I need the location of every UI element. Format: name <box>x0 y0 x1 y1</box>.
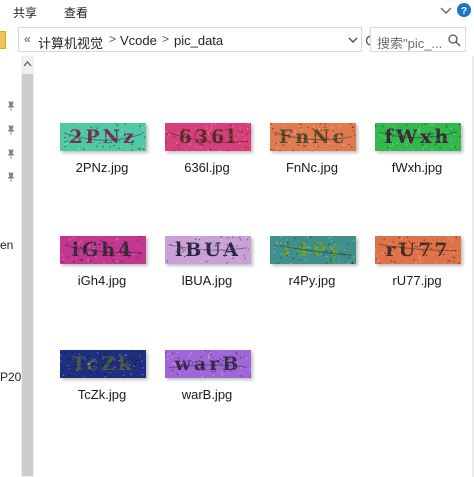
file-thumbnail[interactable]: iGh4 <box>60 236 146 264</box>
file-thumbnail[interactable]: 2PNz <box>60 123 146 151</box>
file-item[interactable]: lBUA lBUA.jpg <box>157 226 257 326</box>
file-name[interactable]: rU77.jpg <box>367 273 467 288</box>
noise-pattern <box>166 236 250 264</box>
nav-scrollbar[interactable] <box>21 56 34 477</box>
file-item[interactable]: 636l 636l.jpg <box>157 113 257 213</box>
breadcrumb-separator[interactable]: > <box>109 32 116 46</box>
file-name[interactable]: fWxh.jpg <box>367 160 467 175</box>
overflow-chevron[interactable]: « <box>24 32 31 46</box>
pin-icon[interactable] <box>6 149 16 159</box>
file-name[interactable]: TcZk.jpg <box>52 387 152 402</box>
chevron-up-icon[interactable] <box>23 60 32 68</box>
search-input[interactable]: 搜索"pic_... <box>370 27 466 52</box>
search-icon[interactable] <box>447 33 461 47</box>
nav-item-label[interactable]: en <box>0 238 13 252</box>
file-item[interactable]: rU77 rU77.jpg <box>367 226 467 326</box>
chevron-down-icon[interactable] <box>438 2 454 18</box>
file-thumbnail[interactable]: fWxh <box>375 123 461 151</box>
tab-view[interactable]: 查看 <box>64 4 88 21</box>
file-name[interactable]: FnNc.jpg <box>262 160 362 175</box>
file-item[interactable]: warB warB.jpg <box>157 340 257 440</box>
file-thumbnail[interactable]: r4Py <box>270 236 356 264</box>
file-thumbnail[interactable]: rU77 <box>375 236 461 264</box>
file-name[interactable]: warB.jpg <box>157 387 257 402</box>
address-row: « 计算机视觉 > Vcode > pic_data 搜索"pic_... <box>0 26 474 54</box>
file-item[interactable]: 2PNz 2PNz.jpg <box>52 113 152 213</box>
file-grid: 2PNz 2PNz.jpg 636l 636l.jpg FnNc FnNc.jpg fWxh… <box>36 56 474 477</box>
file-thumbnail[interactable]: lBUA <box>165 236 251 264</box>
file-name[interactable]: 636l.jpg <box>157 160 257 175</box>
svg-text:?: ? <box>461 6 467 17</box>
pin-icon[interactable] <box>6 125 16 135</box>
search-placeholder: 搜索"pic_... <box>377 36 443 51</box>
noise-pattern <box>375 236 461 264</box>
chevron-down-icon[interactable] <box>346 32 360 48</box>
noise-pattern <box>375 123 461 151</box>
pin-icon[interactable] <box>6 172 16 182</box>
file-thumbnail[interactable]: 636l <box>165 123 251 151</box>
breadcrumb-vcode[interactable]: Vcode <box>120 33 157 48</box>
file-name[interactable]: 2PNz.jpg <box>52 160 152 175</box>
tab-share[interactable]: 共享 <box>13 4 37 21</box>
help-icon[interactable]: ? <box>456 1 472 19</box>
breadcrumb-cv[interactable]: 计算机视觉 <box>38 33 103 52</box>
noise-pattern <box>61 123 146 151</box>
breadcrumb-pic-data[interactable]: pic_data <box>174 33 223 48</box>
breadcrumb-separator[interactable]: > <box>162 32 169 46</box>
file-item[interactable]: r4Py r4Py.jpg <box>262 226 362 326</box>
file-thumbnail[interactable]: TcZk <box>60 350 146 378</box>
noise-pattern <box>60 350 144 378</box>
file-item[interactable]: TcZk TcZk.jpg <box>52 340 152 440</box>
address-bar[interactable]: « 计算机视觉 > Vcode > pic_data <box>18 27 377 52</box>
nav-item-label[interactable]: P20 <box>0 370 21 384</box>
file-name[interactable]: lBUA.jpg <box>157 273 257 288</box>
ribbon-bar: 共享 查看 ? <box>0 0 474 24</box>
noise-pattern <box>273 236 355 264</box>
noise-pattern <box>270 123 356 151</box>
file-thumbnail[interactable]: FnNc <box>270 123 356 151</box>
folder-icon <box>0 31 6 49</box>
noise-pattern <box>165 123 251 151</box>
noise-pattern <box>61 236 146 264</box>
file-thumbnail[interactable]: warB <box>165 350 251 378</box>
file-item[interactable]: fWxh fWxh.jpg <box>367 113 467 213</box>
file-item[interactable]: FnNc FnNc.jpg <box>262 113 362 213</box>
scrollbar-thumb[interactable] <box>22 74 33 476</box>
file-name[interactable]: iGh4.jpg <box>52 273 152 288</box>
pin-icon[interactable] <box>6 101 16 111</box>
noise-pattern <box>165 350 251 378</box>
file-name[interactable]: r4Py.jpg <box>262 273 362 288</box>
file-item[interactable]: iGh4 iGh4.jpg <box>52 226 152 326</box>
